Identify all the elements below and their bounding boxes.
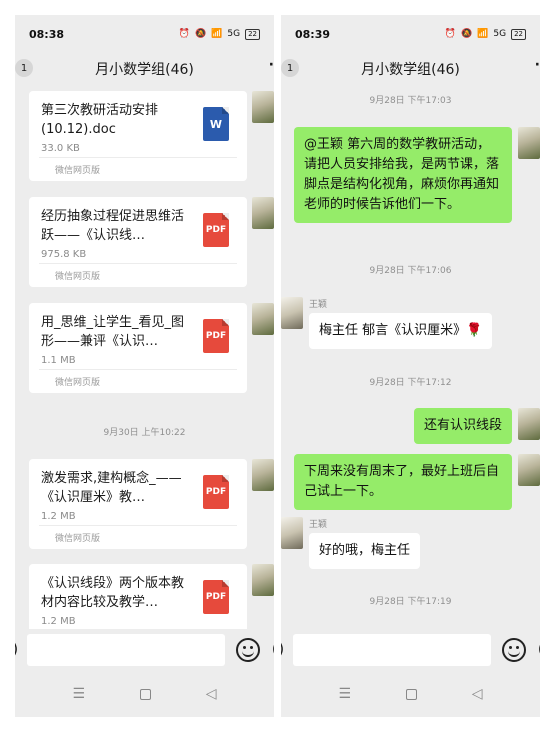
menu-icon[interactable]: ☰ (338, 686, 351, 702)
file-message[interactable]: 经历抽象过程促进思维活跃——《认识线… 975.8 KB 微信网页版 PDF (29, 197, 247, 287)
file-size: 975.8 KB (41, 249, 87, 260)
home-icon[interactable] (405, 688, 417, 700)
voice-toggle[interactable]: ) (281, 639, 284, 658)
word-icon: W (203, 107, 229, 141)
divider (39, 369, 237, 370)
back-icon[interactable]: ◁ (472, 686, 483, 702)
file-size: 1.1 MB (41, 355, 76, 366)
unread-badge[interactable]: 1 (15, 59, 33, 77)
message-input[interactable] (27, 634, 225, 666)
more-options-toggle[interactable]: ( (272, 639, 274, 658)
emoji-icon[interactable] (236, 638, 260, 662)
file-name: 第三次教研活动安排(10.12).doc (41, 103, 159, 137)
timestamp: 9月28日 下午17:19 (369, 597, 452, 607)
home-icon[interactable] (139, 688, 151, 700)
voice-toggle[interactable]: ) (15, 639, 18, 658)
avatar[interactable] (518, 127, 540, 159)
file-source: 微信网页版 (55, 378, 101, 388)
left-phone-screen: 08:38 ⏰ 🔕 📶 5G 22 1 月小数学组(46) · 第三次教研活动安… (15, 15, 274, 717)
status-icons: ⏰ 🔕 📶 5G 22 (178, 28, 260, 40)
message-bubble[interactable]: @王颖 第六周的数学教研活动，请把人员安排给我，是两节课，落脚点是结构化视角，麻… (294, 127, 512, 223)
chat-header: 1 月小数学组(46) · (15, 53, 274, 85)
file-source: 微信网页版 (55, 272, 101, 282)
status-bar: 08:39 ⏰ 🔕 📶 5G 22 (281, 15, 540, 53)
more-menu-icon[interactable]: · (535, 57, 540, 73)
message-bubble[interactable]: 梅主任 郁言《认识厘米》🌹 (309, 313, 493, 349)
file-name: 用_思维_让学生_看见_图形——兼评《认识… (41, 315, 185, 349)
emoji-icon[interactable] (502, 638, 526, 662)
avatar[interactable] (281, 297, 303, 329)
chat-header: 1 月小数学组(46) · (281, 53, 540, 85)
file-name: 激发需求,建构概念_——《认识厘米》教… (41, 471, 182, 505)
divider (39, 157, 237, 158)
timestamp: 9月30日 上午10:22 (103, 428, 186, 438)
file-name: 经历抽象过程促进思维活跃——《认识线… (41, 209, 185, 243)
file-size: 33.0 KB (41, 143, 80, 154)
status-time: 08:38 (29, 27, 65, 41)
status-icons: ⏰ 🔕 📶 5G 22 (444, 28, 526, 40)
file-size: 1.2 MB (41, 511, 76, 522)
message-bubble[interactable]: 还有认识线段 (413, 408, 512, 444)
file-source: 微信网页版 (55, 166, 101, 176)
pdf-icon: PDF (203, 319, 229, 353)
avatar[interactable] (252, 459, 274, 491)
message-bubble[interactable]: 好的哦，梅主任 (309, 533, 421, 569)
divider (39, 263, 237, 264)
chat-title: 月小数学组(46) (361, 62, 460, 78)
status-bar: 08:38 ⏰ 🔕 📶 5G 22 (15, 15, 274, 53)
wifi-icon: 📶 (477, 29, 489, 39)
sender-name: 王颖 (309, 300, 328, 310)
back-icon[interactable]: ◁ (206, 686, 217, 702)
status-time: 08:39 (295, 27, 331, 41)
unread-badge[interactable]: 1 (281, 59, 299, 77)
input-bar: ) ( (281, 629, 540, 671)
file-message[interactable]: 第三次教研活动安排(10.12).doc 33.0 KB 微信网页版 W (29, 91, 247, 181)
pdf-icon: PDF (203, 475, 229, 509)
mute-icon: 🔕 (460, 29, 473, 39)
mute-icon: 🔕 (194, 29, 207, 39)
chat-title: 月小数学组(46) (95, 62, 194, 78)
system-nav-bar: ☰ ◁ (15, 671, 274, 717)
menu-icon[interactable]: ☰ (72, 686, 85, 702)
battery-icon: 22 (245, 28, 260, 40)
signal-label: 5G (227, 29, 241, 39)
system-nav-bar: ☰ ◁ (281, 671, 540, 717)
avatar[interactable] (252, 197, 274, 229)
avatar[interactable] (281, 517, 303, 549)
input-bar: ) ( (15, 629, 274, 671)
timestamp: 9月28日 下午17:06 (369, 266, 452, 276)
avatar[interactable] (518, 408, 540, 440)
file-name: 《认识线段》两个版本教材内容比较及教学… (41, 576, 185, 610)
pdf-icon: PDF (203, 580, 229, 614)
avatar[interactable] (518, 454, 540, 486)
timestamp: 9月28日 下午17:12 (369, 378, 452, 388)
avatar[interactable] (252, 564, 274, 596)
message-input[interactable] (293, 634, 491, 666)
avatar[interactable] (252, 91, 274, 123)
file-source: 微信网页版 (55, 534, 101, 544)
more-menu-icon[interactable]: · (269, 57, 274, 73)
signal-label: 5G (493, 29, 507, 39)
wifi-icon: 📶 (211, 29, 223, 39)
right-phone-screen: 08:39 ⏰ 🔕 📶 5G 22 1 月小数学组(46) · 9月28日 下午… (281, 15, 540, 717)
message-bubble[interactable]: 下周来没有周末了，最好上班后自己试上一下。 (294, 454, 512, 510)
sender-name: 王颖 (309, 520, 328, 530)
pdf-icon: PDF (203, 213, 229, 247)
file-message[interactable]: 激发需求,建构概念_——《认识厘米》教… 1.2 MB 微信网页版 PDF (29, 459, 247, 549)
file-size: 1.2 MB (41, 616, 76, 627)
alarm-icon: ⏰ (178, 29, 190, 39)
avatar[interactable] (252, 303, 274, 335)
file-message[interactable]: 用_思维_让学生_看见_图形——兼评《认识… 1.1 MB 微信网页版 PDF (29, 303, 247, 393)
timestamp: 9月28日 下午17:03 (369, 96, 452, 106)
chat-area[interactable]: 9月28日 下午17:03 @王颖 第六周的数学教研活动，请把人员安排给我，是两… (281, 87, 540, 629)
file-message[interactable]: 《认识线段》两个版本教材内容比较及教学… 1.2 MB PDF (29, 564, 247, 629)
chat-area[interactable]: 第三次教研活动安排(10.12).doc 33.0 KB 微信网页版 W 经历抽… (15, 87, 274, 629)
divider (39, 525, 237, 526)
alarm-icon: ⏰ (444, 29, 456, 39)
battery-icon: 22 (511, 28, 526, 40)
more-options-toggle[interactable]: ( (538, 639, 540, 658)
